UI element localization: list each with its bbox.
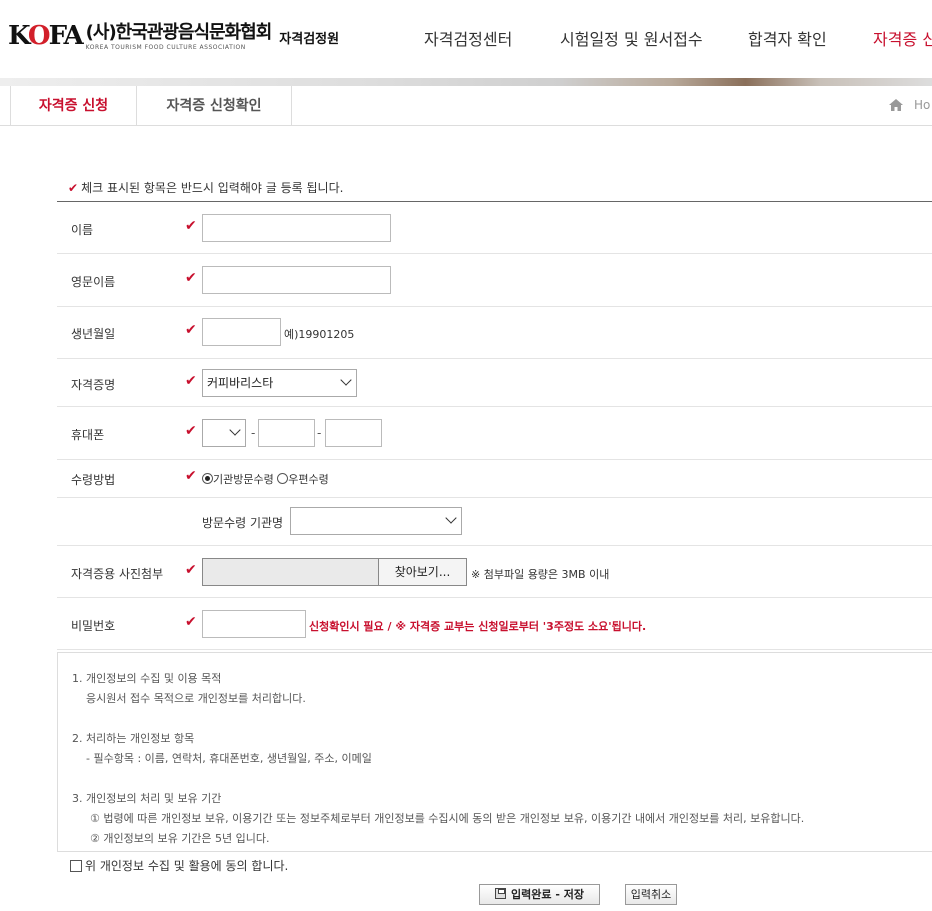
cert-select-value: 커피바리스타 <box>207 376 274 390</box>
row-photo: 자격증용 사진첨부 ✔ 찾아보기... ※ 첨부파일 용량은 3MB 이내 <box>57 546 932 598</box>
name-input[interactable] <box>202 214 391 242</box>
row-english-name: 영문이름 ✔ <box>57 254 932 307</box>
check-icon: ✔ <box>185 468 197 484</box>
check-icon: ✔ <box>185 423 197 439</box>
phone-label: 휴대폰 <box>71 428 105 442</box>
radio-mail[interactable] <box>277 473 289 484</box>
home-icon[interactable] <box>888 98 904 112</box>
notice-text: 체크 표시된 항목은 반드시 입력해야 글 등록 됩니다. <box>81 181 344 195</box>
row-visit-org: 방문수령 기관명 <box>57 498 932 546</box>
check-icon: ✔ <box>185 614 197 630</box>
photo-size-note: ※ 첨부파일 용량은 3MB 이내 <box>471 568 610 581</box>
check-icon: ✔ <box>185 562 197 578</box>
chevron-down-icon <box>229 424 241 436</box>
birth-input[interactable] <box>202 318 281 346</box>
agree-checkbox[interactable] <box>70 859 82 872</box>
radio-mail-label[interactable]: 우편수령 <box>288 473 328 486</box>
row-receive-method: 수령방법 ✔ 기관방문수령 우편수령 <box>57 460 932 498</box>
chevron-down-icon <box>445 512 457 524</box>
check-icon: ✔ <box>185 322 197 338</box>
password-label: 비밀번호 <box>71 619 116 633</box>
phone-separator: - <box>251 426 256 440</box>
row-cert: 자격증명 ✔ 커피바리스타 <box>57 359 932 407</box>
phone-middle-input[interactable] <box>258 419 315 447</box>
photo-file-path[interactable] <box>202 558 379 586</box>
password-input[interactable] <box>202 610 306 638</box>
breadcrumb: Ho <box>888 98 930 112</box>
nav-item-exam-center[interactable]: 자격검정센터 <box>424 26 512 50</box>
method-radio-group: 기관방문수령 우편수령 <box>202 471 329 487</box>
privacy-s3-item1: ① 법령에 따른 개인정보 보유, 이용기간 또는 정보주체로부터 개인정보를 … <box>90 812 805 825</box>
nav-item-results[interactable]: 합격자 확인 <box>748 26 827 50</box>
method-label: 수령방법 <box>71 473 116 487</box>
cert-select[interactable]: 커피바리스타 <box>202 369 357 397</box>
photo-label: 자격증용 사진첨부 <box>71 567 164 581</box>
row-password: 비밀번호 ✔ 신청확인시 필요 / ※ 자격증 교부는 신청일로부터 '3주정도… <box>57 598 932 650</box>
privacy-s2-title: 2. 처리하는 개인정보 항목 <box>72 732 195 745</box>
save-disk-icon <box>495 888 507 899</box>
row-phone: 휴대폰 ✔ - - <box>57 407 932 460</box>
save-button-label: 입력완료 - 저장 <box>511 888 584 901</box>
privacy-agree: 위 개인정보 수집 및 활용에 동의 합니다. <box>70 857 288 874</box>
banner-strip <box>0 78 932 86</box>
row-birth: 생년월일 ✔ 예)19901205 <box>57 307 932 359</box>
privacy-terms-box[interactable]: 1. 개인정보의 수집 및 이용 목적 응시원서 접수 목적으로 개인정보를 처… <box>57 652 932 852</box>
phone-separator: - <box>317 426 322 440</box>
password-note: 신청확인시 필요 / ※ 자격증 교부는 신청일로부터 '3주정도 소요'됩니다… <box>309 620 647 633</box>
privacy-s3-item2: ② 개인정보의 보유 기간은 5년 입니다. <box>90 832 270 845</box>
privacy-s2-body: - 필수항목 : 이름, 연락처, 휴대폰번호, 생년월일, 주소, 이메일 <box>86 752 372 765</box>
check-icon: ✔ <box>185 270 197 286</box>
row-name: 이름 ✔ <box>57 202 932 254</box>
english-name-label: 영문이름 <box>71 275 116 289</box>
site-header: KOFA (사)한국관광음식문화협회 KOREA TOURISM FOOD CU… <box>0 0 932 78</box>
sub-nav: 자격증 신청 자격증 신청확인 Ho <box>0 86 932 126</box>
nav-item-schedule[interactable]: 시험일정 및 원서접수 <box>560 26 703 50</box>
agree-label[interactable]: 위 개인정보 수집 및 활용에 동의 합니다. <box>85 857 288 874</box>
english-name-input[interactable] <box>202 266 391 294</box>
main-nav: 자격검정센터 시험일정 및 원서접수 합격자 확인 자격증 신 <box>0 26 932 50</box>
cert-label: 자격증명 <box>71 378 116 392</box>
save-button[interactable]: 입력완료 - 저장 <box>479 884 600 905</box>
check-icon: ✔ <box>185 373 197 389</box>
privacy-s1-body: 응시원서 접수 목적으로 개인정보를 처리합니다. <box>86 692 306 705</box>
check-icon: ✔ <box>68 181 79 195</box>
visit-org-select[interactable] <box>290 507 462 535</box>
birth-label: 생년월일 <box>71 327 116 341</box>
browse-button[interactable]: 찾아보기... <box>378 558 467 586</box>
visit-org-label: 방문수령 기관명 <box>202 516 284 530</box>
cancel-button[interactable]: 입력취소 <box>625 884 677 905</box>
check-icon: ✔ <box>185 218 197 234</box>
radio-visit-label[interactable]: 기관방문수령 <box>213 473 274 486</box>
phone-last-input[interactable] <box>325 419 382 447</box>
name-label: 이름 <box>71 223 94 237</box>
nav-item-cert-apply[interactable]: 자격증 신 <box>873 26 932 50</box>
privacy-s3-title: 3. 개인정보의 처리 및 보유 기간 <box>72 792 222 805</box>
birth-example: 예)19901205 <box>284 328 355 341</box>
phone-prefix-select[interactable] <box>202 419 246 447</box>
breadcrumb-home[interactable]: Ho <box>914 98 930 112</box>
chevron-down-icon <box>340 374 352 386</box>
privacy-s1-title: 1. 개인정보의 수집 및 이용 목적 <box>72 672 222 685</box>
tab-cert-apply[interactable]: 자격증 신청 <box>10 86 137 126</box>
radio-visit[interactable] <box>202 473 213 484</box>
required-notice: ✔ 체크 표시된 항목은 반드시 입력해야 글 등록 됩니다. <box>68 179 343 196</box>
tab-cert-check[interactable]: 자격증 신청확인 <box>137 86 292 126</box>
